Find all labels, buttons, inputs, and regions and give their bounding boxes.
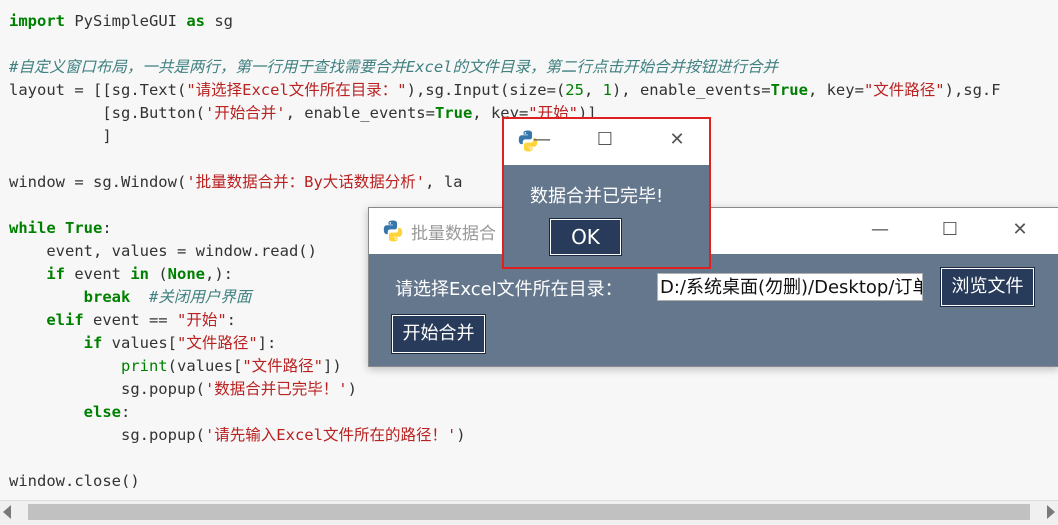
code-token: 1 — [602, 81, 612, 99]
code-token: event — [65, 265, 131, 283]
code-line: window.close() — [9, 470, 1001, 493]
code-token: , enable_events= — [285, 104, 435, 122]
code-token: '请先输入Excel文件所在的路径！' — [204, 426, 457, 444]
code-token: sg — [205, 12, 233, 30]
code-token: break — [83, 288, 131, 306]
code-token: window.close() — [9, 472, 140, 490]
code-token: , — [583, 81, 603, 99]
code-token: ),sg.F — [944, 81, 1001, 99]
code-token: (values[ — [167, 357, 243, 375]
code-token: print — [120, 357, 168, 375]
file-path-input[interactable]: D:/系统桌面(勿删)/Desktop/订单 — [657, 273, 923, 301]
code-token: None — [167, 265, 205, 283]
code-token: ),sg.Input(size=( — [406, 81, 566, 99]
code-token: True — [65, 219, 103, 237]
code-token: "文件路径" — [176, 334, 258, 352]
code-token: 25 — [565, 81, 584, 99]
code-token: '批量数据合并：By大话数据分析' — [186, 173, 426, 191]
code-token: ) — [456, 426, 466, 444]
code-token: sg.popup( — [9, 426, 205, 444]
code-line: sg.popup('数据合并已完毕！') — [9, 378, 1001, 401]
code-token: event == — [83, 311, 177, 329]
scrollbar-thumb[interactable] — [28, 504, 1030, 520]
code-token: if — [46, 265, 65, 283]
code-token: if — [83, 334, 103, 352]
code-token: as — [186, 12, 205, 30]
scroll-right-arrow-icon[interactable] — [1047, 505, 1055, 519]
code-token: '数据合并已完毕！' — [204, 380, 348, 398]
code-token: ]) — [322, 357, 342, 375]
code-token: in — [130, 265, 149, 283]
code-token: '开始合并' — [204, 104, 286, 122]
code-line: sg.popup('请先输入Excel文件所在的路径！') — [9, 424, 1001, 447]
directory-label: 请选择Excel文件所在目录： — [395, 279, 623, 300]
code-line: #自定义窗口布局，一共是两行，第一行用于查找需要合并Excel的文件目录，第二行… — [9, 56, 1001, 79]
code-token: "请选择Excel文件所在目录：" — [186, 81, 407, 99]
code-token: : — [226, 311, 236, 329]
code-token: ), enable_events= — [611, 81, 771, 99]
code-token: , la — [425, 173, 463, 191]
code-token: window = sg.Window( — [9, 173, 187, 191]
browse-files-button[interactable]: 浏览文件 — [940, 267, 1035, 307]
maximize-icon[interactable]: ☐ — [595, 130, 615, 150]
code-token: True — [434, 104, 473, 122]
start-merge-button[interactable]: 开始合并 — [391, 314, 486, 354]
python-logo-icon — [383, 220, 403, 242]
code-token: ,): — [205, 265, 233, 283]
close-icon[interactable]: ✕ — [667, 130, 687, 150]
ok-button[interactable]: OK — [549, 218, 622, 256]
horizontal-scrollbar[interactable] — [0, 500, 1058, 525]
minimize-icon[interactable]: — — [532, 130, 552, 150]
code-line: import PySimpleGUI as sg — [9, 10, 1001, 33]
code-token: layout = [[sg.Text( — [9, 81, 187, 99]
merge-window-titlebar[interactable]: 批量数据合 — ☐ ✕ — [369, 208, 1058, 254]
code-token: sg.popup( — [9, 380, 205, 398]
code-token: ) — [347, 380, 357, 398]
popup-message: 数据合并已完毕! — [530, 186, 664, 207]
code-token: PySimpleGUI — [65, 12, 187, 30]
code-token: import — [9, 12, 65, 30]
code-line: layout = [[sg.Text("请选择Excel文件所在目录："),sg… — [9, 79, 1001, 102]
merge-window-title: 批量数据合 — [411, 224, 496, 244]
code-token: "开始" — [176, 311, 227, 329]
maximize-icon[interactable]: ☐ — [940, 220, 960, 240]
popup-titlebar[interactable]: — ☐ ✕ — [504, 119, 709, 165]
scroll-left-arrow-icon[interactable] — [3, 505, 11, 519]
code-token: : — [120, 403, 131, 421]
code-token: event, values = window.read() — [9, 242, 317, 260]
close-icon[interactable]: ✕ — [1010, 220, 1030, 240]
code-token: ]: — [257, 334, 277, 352]
code-token: else — [83, 403, 121, 421]
code-token: while — [9, 219, 56, 237]
code-token: values[ — [102, 334, 177, 352]
code-token: #关闭用户界面 — [149, 288, 252, 306]
code-token: ] — [9, 127, 112, 145]
code-token: ( — [149, 265, 168, 283]
minimize-icon[interactable]: — — [870, 220, 890, 240]
code-token: "文件路径" — [242, 357, 323, 375]
code-line: else: — [9, 401, 1001, 424]
code-token: True — [770, 81, 808, 99]
code-token: "文件路径" — [863, 81, 945, 99]
popup-window: — ☐ ✕ 数据合并已完毕! OK — [502, 117, 711, 269]
merge-window: 批量数据合 — ☐ ✕ 请选择Excel文件所在目录： D:/系统桌面(勿删)/… — [368, 207, 1058, 367]
code-token: elif — [46, 311, 84, 329]
code-token: , key= — [807, 81, 864, 99]
code-token: [sg.Button( — [9, 104, 205, 122]
code-token: : — [102, 219, 112, 237]
code-token: #自定义窗口布局，一共是两行，第一行用于查找需要合并Excel的文件目录，第二行… — [9, 58, 778, 76]
